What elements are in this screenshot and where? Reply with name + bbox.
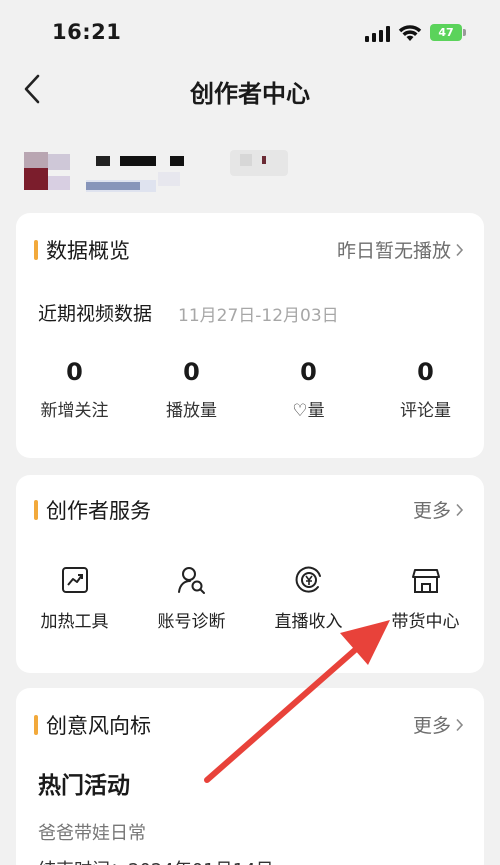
- stat-value: 0: [417, 358, 434, 386]
- service-label: 带货中心: [391, 612, 460, 632]
- more-label: 更多: [412, 715, 451, 737]
- period-label: 近期视频数据: [38, 303, 153, 325]
- stat-value: 0: [300, 358, 317, 386]
- card-title: 创作者服务: [46, 499, 151, 523]
- hot-activity-end-time: 结束时间：2024年01月14日: [38, 856, 274, 865]
- stat-comments[interactable]: 0 评论量: [367, 358, 484, 421]
- creative-trends-header: 创意风向标: [34, 710, 151, 740]
- accent-bar: [34, 715, 38, 735]
- accent-bar: [34, 240, 38, 260]
- user-search-icon: [177, 567, 205, 594]
- chevron-right-icon: [456, 503, 464, 516]
- chevron-right-icon: [456, 243, 464, 256]
- service-live-income[interactable]: 直播收入: [250, 565, 367, 632]
- stat-label: ♡量: [292, 401, 325, 421]
- chevron-right-icon: [456, 718, 464, 731]
- service-label: 账号诊断: [157, 612, 226, 632]
- battery-tip: [463, 29, 466, 36]
- stat-plays[interactable]: 0 播放量: [133, 358, 250, 421]
- trend-chart-icon: [61, 567, 88, 593]
- creative-trends-card: 创意风向标 更多 热门活动 爸爸带娃日常 结束时间：2024年01月14日: [16, 688, 484, 865]
- service-heat-tool[interactable]: 加热工具: [16, 565, 133, 632]
- stat-value: 0: [66, 358, 83, 386]
- page-title: 创作者中心: [190, 80, 310, 108]
- stat-label: 新增关注: [40, 401, 109, 421]
- period-dates: 11月27日-12月03日: [178, 306, 339, 326]
- data-overview-header: 数据概览: [34, 235, 130, 265]
- card-title: 数据概览: [46, 239, 130, 263]
- accent-bar: [34, 500, 38, 520]
- yesterday-status-label: 昨日暂无播放: [336, 240, 451, 262]
- more-label: 更多: [412, 500, 451, 522]
- service-account-diagnosis[interactable]: 账号诊断: [133, 565, 250, 632]
- service-label: 加热工具: [40, 612, 109, 632]
- yesterday-status-link[interactable]: 昨日暂无播放: [337, 236, 464, 263]
- stat-new-followers[interactable]: 0 新增关注: [16, 358, 133, 421]
- stat-label: 播放量: [166, 401, 217, 421]
- status-time: 16:21: [52, 20, 122, 44]
- services-row: 加热工具 账号诊断 直播收入 带货中心: [16, 565, 484, 632]
- creator-services-header: 创作者服务: [34, 495, 151, 525]
- stat-value: 0: [183, 358, 200, 386]
- stats-row: 0 新增关注 0 播放量 0 ♡量 0 评论量: [16, 358, 484, 421]
- profile-pixelated[interactable]: [24, 140, 304, 196]
- hot-activity-title[interactable]: 热门活动: [38, 766, 130, 800]
- card-title: 创意风向标: [46, 714, 151, 738]
- store-icon: [411, 569, 440, 593]
- stat-likes[interactable]: 0 ♡量: [250, 358, 367, 421]
- service-label: 直播收入: [274, 612, 343, 632]
- battery-level: 47: [438, 26, 454, 39]
- yuan-coin-icon: [295, 566, 321, 593]
- status-bar: 16:21 47: [0, 0, 500, 62]
- creator-services-card: 创作者服务 更多 加热工具 账号诊断 直播收入 带货中心: [16, 475, 484, 673]
- service-commerce-center[interactable]: 带货中心: [367, 565, 484, 632]
- battery-indicator: 47: [430, 24, 462, 41]
- trends-more-link[interactable]: 更多: [413, 711, 464, 738]
- data-overview-card: 数据概览 昨日暂无播放 近期视频数据 11月27日-12月03日 0 新增关注 …: [16, 213, 484, 458]
- services-more-link[interactable]: 更多: [413, 496, 464, 523]
- wifi-icon: [398, 25, 422, 41]
- stat-label: 评论量: [400, 401, 451, 421]
- hot-activity-subtitle: 爸爸带娃日常: [38, 823, 146, 844]
- cellular-signal-icon: [365, 26, 390, 42]
